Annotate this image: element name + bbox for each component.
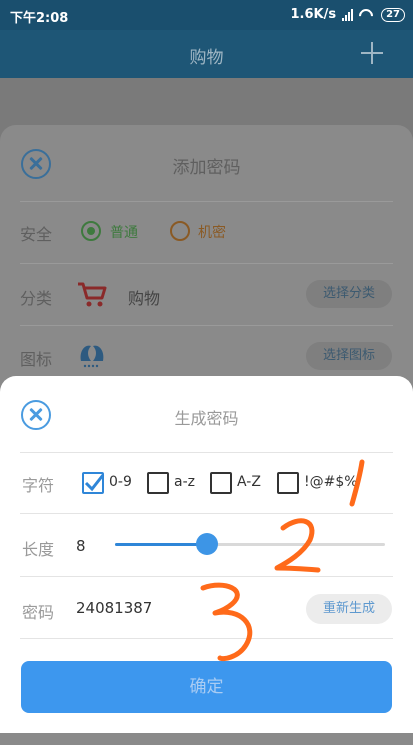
handwritten-annotations [200, 459, 365, 662]
annotation-3 [200, 582, 253, 662]
annotation-1 [349, 459, 365, 507]
annotation-2 [274, 518, 321, 573]
